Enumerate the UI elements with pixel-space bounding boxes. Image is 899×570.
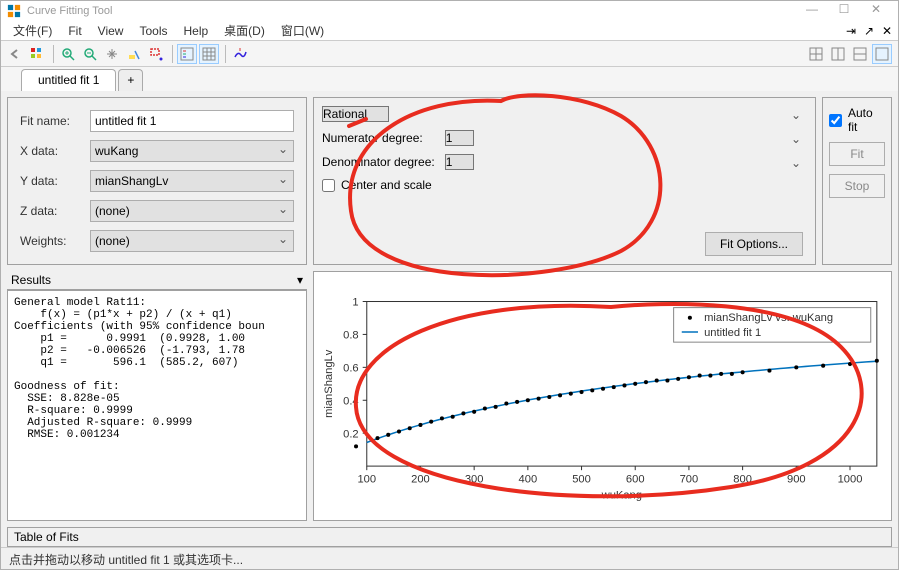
menu-fit[interactable]: Fit [60, 22, 89, 40]
fitname-label: Fit name: [20, 114, 82, 128]
center-scale-checkbox[interactable] [322, 179, 335, 192]
menu-tools[interactable]: Tools [131, 22, 175, 40]
window-maximize-button[interactable]: ☐ [828, 2, 860, 20]
data-panel: Fit name: X data: wuKang Y data: mianSha… [7, 97, 307, 265]
window-minimize-button[interactable]: — [796, 2, 828, 20]
menu-help[interactable]: Help [175, 22, 216, 40]
window-close-button[interactable]: ✕ [860, 2, 892, 20]
dock-arrow-icon[interactable]: ⇥ [844, 24, 858, 38]
layout-4-icon[interactable] [872, 44, 892, 64]
svg-text:wuKang: wuKang [601, 490, 642, 502]
menu-desktop[interactable]: 桌面(D) [216, 20, 273, 41]
gridtoggle-icon[interactable] [199, 44, 219, 64]
fit-button[interactable]: Fit [829, 142, 885, 166]
svg-text:mianShangLv vs. wuKang: mianShangLv vs. wuKang [704, 312, 833, 324]
denominator-select[interactable]: 1 [445, 154, 474, 170]
svg-text:0.8: 0.8 [343, 329, 359, 341]
residuals-icon[interactable] [230, 44, 250, 64]
svg-text:300: 300 [465, 473, 484, 485]
stop-button[interactable]: Stop [829, 174, 885, 198]
window-title: Curve Fitting Tool [27, 5, 796, 17]
datacursor-icon[interactable] [124, 44, 144, 64]
svg-text:200: 200 [411, 473, 430, 485]
close-panel-icon[interactable]: ✕ [880, 24, 894, 38]
zdata-select[interactable]: (none) [90, 200, 294, 222]
pan-icon[interactable] [102, 44, 122, 64]
results-title: Results [11, 273, 51, 287]
menu-window[interactable]: 窗口(W) [273, 20, 332, 41]
prev-icon[interactable] [5, 44, 25, 64]
weights-label: Weights: [20, 234, 82, 248]
results-panel: Results ▾ General model Rat11: f(x) = (p… [7, 271, 307, 521]
table-of-fits-header[interactable]: Table of Fits [7, 527, 892, 547]
xdata-label: X data: [20, 144, 82, 158]
numerator-select[interactable]: 1 [445, 130, 474, 146]
fittype-panel: Rational Numerator degree: 1 Denominator… [313, 97, 816, 265]
numerator-label: Numerator degree: [322, 131, 435, 145]
svg-text:800: 800 [733, 473, 752, 485]
toolbar [1, 41, 898, 67]
exclude-icon[interactable] [146, 44, 166, 64]
svg-text:700: 700 [680, 473, 699, 485]
denominator-label: Denominator degree: [322, 155, 435, 169]
ydata-select[interactable]: mianShangLv [90, 170, 294, 192]
svg-text:400: 400 [519, 473, 538, 485]
layout-3-icon[interactable] [850, 44, 870, 64]
svg-text:0.4: 0.4 [343, 395, 359, 407]
zoom-out-icon[interactable] [80, 44, 100, 64]
autofit-label: Auto fit [848, 106, 885, 134]
svg-text:600: 600 [626, 473, 645, 485]
svg-text:500: 500 [572, 473, 591, 485]
app-icon [7, 4, 21, 18]
zoom-in-icon[interactable] [58, 44, 78, 64]
layout-2-icon[interactable] [828, 44, 848, 64]
menubar: 文件(F) Fit View Tools Help 桌面(D) 窗口(W) ⇥ … [1, 21, 898, 41]
fit-chart[interactable]: 100 200 300 400 500 600 700 800 900 1000 0.2 0.4 0.6… [318, 276, 887, 516]
menu-view[interactable]: View [90, 22, 132, 40]
center-scale-label: Center and scale [341, 178, 432, 192]
fit-tabstrip: untitled fit 1 + [1, 67, 898, 91]
chart-panel: 100 200 300 400 500 600 700 800 900 1000 0.2 0.4 0.6… [313, 271, 892, 521]
statusbar: 点击并拖动以移动 untitled fit 1 或其选项卡... [1, 547, 898, 569]
weights-select[interactable]: (none) [90, 230, 294, 252]
svg-text:100: 100 [357, 473, 376, 485]
tab-add[interactable]: + [118, 69, 143, 91]
svg-text:untitled fit 1: untitled fit 1 [704, 327, 761, 339]
svg-text:mianShangLv: mianShangLv [323, 349, 335, 418]
xdata-select[interactable]: wuKang [90, 140, 294, 162]
fitname-input[interactable] [90, 110, 294, 132]
svg-text:900: 900 [787, 473, 806, 485]
tab-untitled-fit-1[interactable]: untitled fit 1 [21, 69, 116, 91]
ydata-label: Y data: [20, 174, 82, 188]
undock-icon[interactable]: ↗ [862, 24, 876, 38]
legendtoggle-icon[interactable] [177, 44, 197, 64]
fittype-select[interactable]: Rational [322, 106, 389, 122]
autofit-panel: Auto fit Fit Stop [822, 97, 892, 265]
results-text: General model Rat11: f(x) = (p1*x + p2) … [7, 290, 307, 521]
svg-text:1000: 1000 [838, 473, 863, 485]
window-titlebar: Curve Fitting Tool — ☐ ✕ [1, 1, 898, 21]
autofit-checkbox[interactable] [829, 114, 842, 127]
svg-text:0.2: 0.2 [343, 428, 359, 440]
palette-icon[interactable] [27, 44, 47, 64]
fit-options-button[interactable]: Fit Options... [705, 232, 803, 256]
svg-text:0.6: 0.6 [343, 362, 359, 374]
zdata-label: Z data: [20, 204, 82, 218]
menu-file[interactable]: 文件(F) [5, 20, 60, 41]
svg-text:1: 1 [352, 297, 358, 309]
results-dock-icon[interactable]: ▾ [297, 273, 303, 287]
layout-1-icon[interactable] [806, 44, 826, 64]
